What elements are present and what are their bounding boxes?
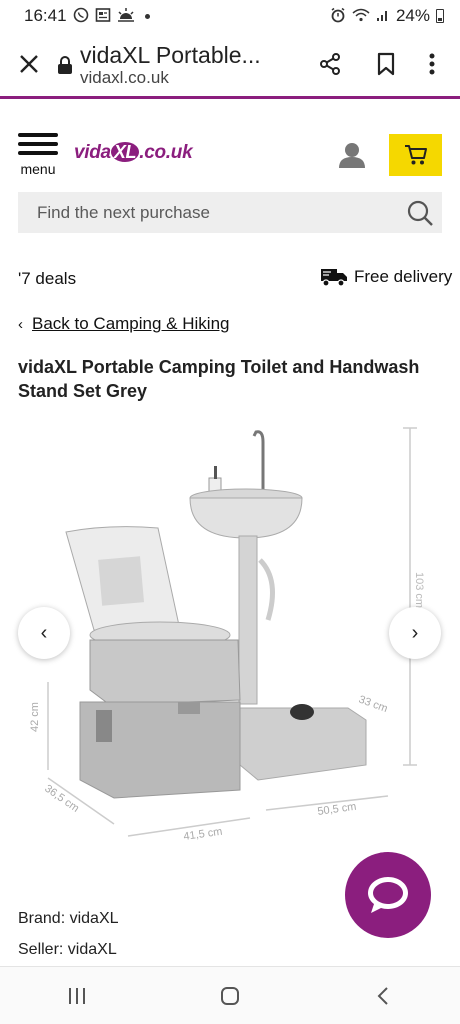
logo-prefix: vida [74, 142, 111, 163]
product-title: vidaXL Portable Camping Toilet and Handw… [18, 357, 420, 401]
product-seller: Seller: vidaXL [18, 941, 117, 958]
back-to-category-link[interactable]: ‹ Back to Camping & Hiking [18, 314, 229, 334]
search-icon [407, 200, 433, 226]
chat-bubble-icon [368, 877, 408, 913]
close-icon [20, 55, 38, 73]
share-button[interactable] [302, 36, 358, 92]
menu-button[interactable]: menu [18, 133, 58, 177]
logo-xl: XL [110, 142, 140, 162]
home-button[interactable] [200, 974, 260, 1018]
url-display[interactable]: vidaXL Portable... vidaxl.co.uk [58, 40, 302, 88]
more-vertical-icon [429, 53, 435, 75]
recent-apps-button[interactable] [47, 974, 107, 1018]
battery-icon [436, 9, 444, 23]
system-nav-bar [0, 966, 460, 1024]
menu-label: menu [20, 161, 56, 177]
product-image[interactable]: 103 cm 33 cm 50,5 cm 42 cm 36,5 cm 41,5 … [18, 420, 442, 852]
dim-stand-depth: 33 cm [357, 694, 389, 716]
bookmark-icon [377, 52, 395, 76]
chat-button[interactable] [345, 852, 431, 938]
dim-toilet-height: 42 cm [29, 702, 41, 732]
cart-button[interactable] [389, 134, 442, 176]
home-icon [220, 986, 239, 1005]
hamburger-icon [18, 133, 58, 137]
carousel-prev-button[interactable]: ‹ [18, 607, 70, 659]
cart-icon [404, 145, 427, 165]
back-button[interactable] [353, 974, 413, 1018]
product-brand: Brand: vidaXL [18, 910, 119, 927]
account-button[interactable] [337, 140, 367, 170]
back-icon [377, 986, 389, 1005]
notification-dot-icon [144, 13, 150, 19]
delivery-truck-icon [321, 269, 347, 287]
user-icon [339, 143, 365, 168]
page-title: vidaXL Portable... [80, 42, 261, 68]
chevron-left-icon: ‹ [18, 315, 23, 333]
back-link-label: Back to Camping & Hiking [32, 314, 230, 333]
wifi-icon [352, 7, 370, 25]
search-bar [18, 192, 442, 233]
clock: 16:41 [24, 6, 67, 25]
chevron-left-icon: ‹ [40, 621, 48, 644]
search-button[interactable] [398, 192, 442, 233]
site-logo[interactable]: vida XL .co.uk [74, 142, 193, 164]
news-icon [95, 7, 111, 25]
logo-suffix: .co.uk [139, 142, 193, 163]
status-bar: 16:41 24% [0, 0, 460, 32]
weather-icon [117, 7, 135, 25]
close-tab-button[interactable] [0, 32, 58, 96]
chevron-right-icon: › [411, 621, 419, 644]
delivery-label: Free delivery [354, 267, 453, 286]
bookmark-button[interactable] [358, 36, 414, 92]
page-domain: vidaxl.co.uk [80, 68, 169, 87]
dim-toilet-width: 41,5 cm [183, 826, 223, 843]
lock-icon [58, 56, 72, 74]
more-options-button[interactable] [414, 36, 450, 92]
recent-apps-icon [68, 987, 85, 1004]
free-delivery-banner[interactable]: Free delivery [320, 266, 452, 288]
alarm-icon [330, 7, 346, 25]
dim-height: 103 cm [413, 572, 425, 608]
carousel-next-button[interactable]: › [389, 607, 441, 659]
battery-percent: 24% [395, 6, 430, 25]
search-input[interactable] [18, 192, 398, 233]
browser-url-bar: vidaXL Portable... vidaxl.co.uk [0, 32, 460, 96]
share-icon [320, 53, 340, 75]
product-illustration: 103 cm 33 cm 50,5 cm 42 cm 36,5 cm 41,5 … [29, 427, 425, 843]
deals-count[interactable]: '7 deals [18, 269, 76, 289]
signal-icon [376, 8, 390, 24]
url-bar-divider [0, 96, 460, 99]
whatsapp-icon [73, 7, 89, 25]
